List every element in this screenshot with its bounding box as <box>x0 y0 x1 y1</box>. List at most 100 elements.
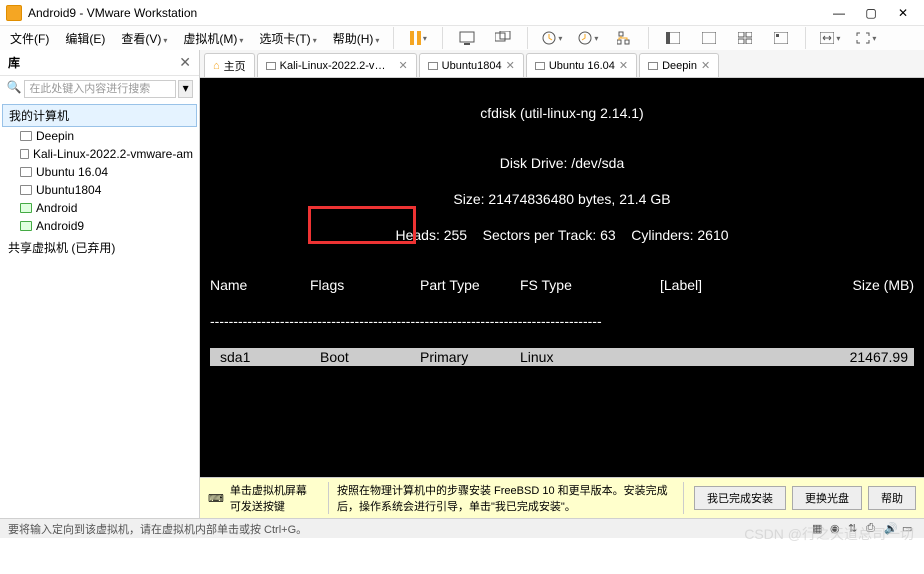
vm-label: Ubuntu1804 <box>36 183 101 197</box>
vm-item-android9[interactable]: Android9 <box>0 217 199 235</box>
device-usb-icon[interactable]: ⎙ <box>866 522 880 536</box>
screen-icon <box>459 31 475 45</box>
vm-item-kali[interactable]: Kali-Linux-2022.2-vmware-am <box>0 145 199 163</box>
layout-thumb-icon <box>774 32 788 44</box>
tab-kali[interactable]: Kali-Linux-2022.2-vmware-am...✕ <box>257 53 417 77</box>
vm-icon <box>648 62 658 70</box>
toolbar-network-button[interactable] <box>608 24 640 52</box>
toolbar-snapshot-mgr-button[interactable] <box>487 24 519 52</box>
done-install-button[interactable]: 我已完成安装 <box>694 486 786 510</box>
term-title: cfdisk (util-linux-ng 2.14.1) <box>210 104 914 122</box>
vm-icon <box>20 149 29 159</box>
vm-label: Android <box>36 201 77 215</box>
install-hint-text: 按照在物理计算机中的步骤安装 FreeBSD 10 和更早版本。安装完成后，操作… <box>328 482 684 514</box>
vm-label: Ubuntu 16.04 <box>36 165 108 179</box>
network-icon <box>617 31 631 45</box>
sidebar-close-button[interactable]: ✕ <box>179 54 191 71</box>
device-sound-icon[interactable]: 🔊 <box>884 522 898 536</box>
install-hint-bar: ⌨ 单击虚拟机屏幕 可发送按键 按照在物理计算机中的步骤安装 FreeBSD 1… <box>200 477 924 518</box>
menu-file[interactable]: 文件(F) <box>4 28 55 49</box>
term-selected-row: sda1BootPrimaryLinux21467.99 <box>210 348 914 366</box>
tab-ubuntu1804[interactable]: Ubuntu1804 ✕ <box>419 53 524 77</box>
vm-item-ubuntu1804[interactable]: Ubuntu1804 <box>0 181 199 199</box>
highlight-box <box>308 206 416 244</box>
menu-help[interactable]: 帮助(H) <box>327 28 386 49</box>
tab-home[interactable]: ⌂ 主页 <box>204 53 255 77</box>
maximize-button[interactable]: ▢ <box>856 3 886 23</box>
fullscreen-button[interactable] <box>850 24 882 52</box>
tab-close-icon[interactable]: ✕ <box>701 59 710 72</box>
change-disc-button[interactable]: 更换光盘 <box>792 486 862 510</box>
sidebar-title: 库 <box>8 54 179 71</box>
tab-ubuntu1604[interactable]: Ubuntu 16.04 ✕ <box>526 53 637 77</box>
tab-label: Deepin <box>662 60 697 72</box>
menu-edit[interactable]: 编辑(E) <box>59 28 111 49</box>
tab-label: Ubuntu 16.04 <box>549 60 615 72</box>
device-net-icon[interactable]: ⇅ <box>848 522 862 536</box>
menu-tabs[interactable]: 选项卡(T) <box>253 28 322 49</box>
tree-root-my-computer[interactable]: 我的计算机 <box>2 104 197 127</box>
vm-label: Kali-Linux-2022.2-vmware-am <box>33 147 193 161</box>
stretch-button[interactable] <box>814 24 846 52</box>
vm-console[interactable]: cfdisk (util-linux-ng 2.14.1) Disk Drive… <box>200 78 924 477</box>
menu-bar: 文件(F) 编辑(E) 查看(V) 虚拟机(M) 选项卡(T) 帮助(H) <box>0 26 924 50</box>
screens-icon <box>495 31 511 45</box>
view-multi-button[interactable] <box>693 24 725 52</box>
toolbar-snapshot-button[interactable] <box>451 24 483 52</box>
window-title: Android9 - VMware Workstation <box>28 6 824 20</box>
view-unity-button[interactable] <box>765 24 797 52</box>
content-area: ⌂主页 Kali-Linux-2022.2-vmware-am...✕ Ubun… <box>200 50 924 518</box>
status-bar: 要将输入定向到该虚拟机，请在虚拟机内部单击或按 Ctrl+G。 ▦ ◉ ⇅ ⎙ … <box>0 518 924 538</box>
keyboard-icon: ⌨ <box>208 492 224 505</box>
close-button[interactable]: ✕ <box>888 3 918 23</box>
tab-label: Ubuntu1804 <box>442 60 502 72</box>
vm-item-android[interactable]: Android <box>0 199 199 217</box>
minimize-button[interactable]: — <box>824 3 854 23</box>
pause-button[interactable] <box>402 24 434 52</box>
pause-icon <box>410 31 421 45</box>
search-icon: 🔍 <box>6 80 22 98</box>
tab-deepin[interactable]: Deepin ✕ <box>639 53 719 77</box>
device-hdd-icon[interactable]: ▦ <box>812 522 826 536</box>
click-hint: ⌨ 单击虚拟机屏幕 可发送按键 <box>208 482 318 514</box>
menu-view[interactable]: 查看(V) <box>115 28 173 49</box>
device-display-icon[interactable]: ▭ <box>902 522 916 536</box>
tab-label: 主页 <box>224 58 246 74</box>
menu-vm[interactable]: 虚拟机(M) <box>177 28 249 49</box>
search-input[interactable] <box>24 80 176 98</box>
toolbar-clock-button[interactable] <box>536 24 568 52</box>
tab-close-icon[interactable]: ✕ <box>398 59 407 72</box>
status-icons: ▦ ◉ ⇅ ⎙ 🔊 ▭ <box>812 522 916 536</box>
vm-icon <box>535 62 545 70</box>
fullscreen-icon <box>856 32 870 44</box>
vm-item-deepin[interactable]: Deepin <box>0 127 199 145</box>
view-single-button[interactable] <box>657 24 689 52</box>
click-hint-text: 单击虚拟机屏幕 可发送按键 <box>230 482 307 514</box>
vm-icon <box>266 62 276 70</box>
vm-icon <box>20 221 32 231</box>
search-dropdown-button[interactable]: ▾ <box>178 80 193 98</box>
vm-item-ubuntu1604[interactable]: Ubuntu 16.04 <box>0 163 199 181</box>
tree-root-shared[interactable]: 共享虚拟机 (已弃用) <box>2 237 197 258</box>
device-cd-icon[interactable]: ◉ <box>830 522 844 536</box>
clock-icon <box>542 31 556 45</box>
vm-icon <box>20 185 32 195</box>
tab-close-icon[interactable]: ✕ <box>506 59 515 72</box>
view-console-button[interactable] <box>729 24 761 52</box>
vm-icon <box>428 62 438 70</box>
sidebar: 库 ✕ 🔍 ▾ 我的计算机 Deepin Kali-Linux-2022.2-v… <box>0 50 200 518</box>
home-icon: ⌂ <box>213 60 220 72</box>
tab-close-icon[interactable]: ✕ <box>619 59 628 72</box>
layout-grid-icon <box>738 32 752 44</box>
stretch-icon <box>820 32 834 44</box>
vm-tree: 我的计算机 Deepin Kali-Linux-2022.2-vmware-am… <box>0 102 199 518</box>
title-bar: Android9 - VMware Workstation — ▢ ✕ <box>0 0 924 26</box>
tab-label: Kali-Linux-2022.2-vmware-am... <box>280 60 395 72</box>
layout-single-icon <box>666 32 680 44</box>
vm-icon <box>20 203 32 213</box>
layout-multi-icon <box>702 32 716 44</box>
term-col-headers: NameFlagsPart TypeFS Type[Label]Size (MB… <box>210 276 914 294</box>
toolbar-revert-button[interactable] <box>572 24 604 52</box>
help-button[interactable]: 帮助 <box>868 486 916 510</box>
term-drive: Disk Drive: /dev/sda <box>210 154 914 172</box>
